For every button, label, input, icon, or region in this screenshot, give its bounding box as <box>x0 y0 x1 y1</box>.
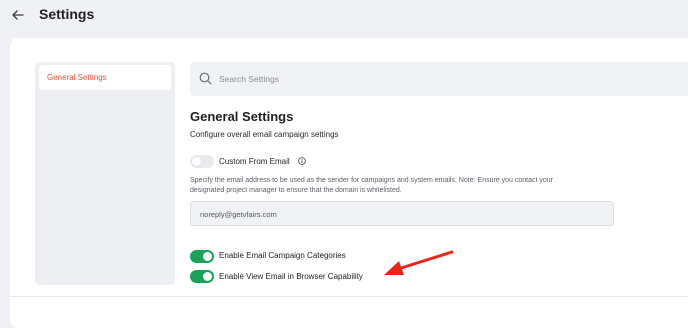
custom-from-email-label: Custom From Email <box>219 157 290 166</box>
view-email-in-browser-label: Enable View Email in Browser Capability <box>219 272 363 281</box>
toggle-knob <box>203 272 212 281</box>
section-title: General Settings <box>190 109 294 124</box>
back-button[interactable] <box>9 7 27 23</box>
search-bar[interactable] <box>190 62 688 96</box>
sidebar <box>35 62 175 285</box>
page-title: Settings <box>39 6 95 22</box>
back-arrow-icon <box>12 10 24 20</box>
from-email-field[interactable]: noreply@getvfairs.com <box>190 201 614 226</box>
sidebar-item-general-settings[interactable]: General Settings <box>39 65 171 90</box>
info-icon[interactable] <box>298 157 306 165</box>
toggle-knob <box>192 157 201 166</box>
annotation-arrow-icon <box>384 250 454 275</box>
email-campaign-categories-toggle[interactable] <box>190 250 214 263</box>
help-text-line: designated project manager to ensure tha… <box>190 187 402 194</box>
divider <box>10 296 688 297</box>
custom-from-email-help: Specify the email address to be used as … <box>190 176 630 196</box>
search-icon <box>199 72 212 85</box>
help-text-line: Specify the email address to be used as … <box>190 177 554 184</box>
toggle-knob <box>203 252 212 261</box>
email-campaign-categories-label: Enable Email Campaign Categories <box>219 251 346 260</box>
search-input[interactable] <box>219 71 519 87</box>
top-bar: Settings <box>0 0 688 38</box>
custom-from-email-toggle[interactable] <box>190 155 214 168</box>
view-email-in-browser-toggle[interactable] <box>190 270 214 283</box>
section-subtitle: Configure overall email campaign setting… <box>190 130 339 139</box>
